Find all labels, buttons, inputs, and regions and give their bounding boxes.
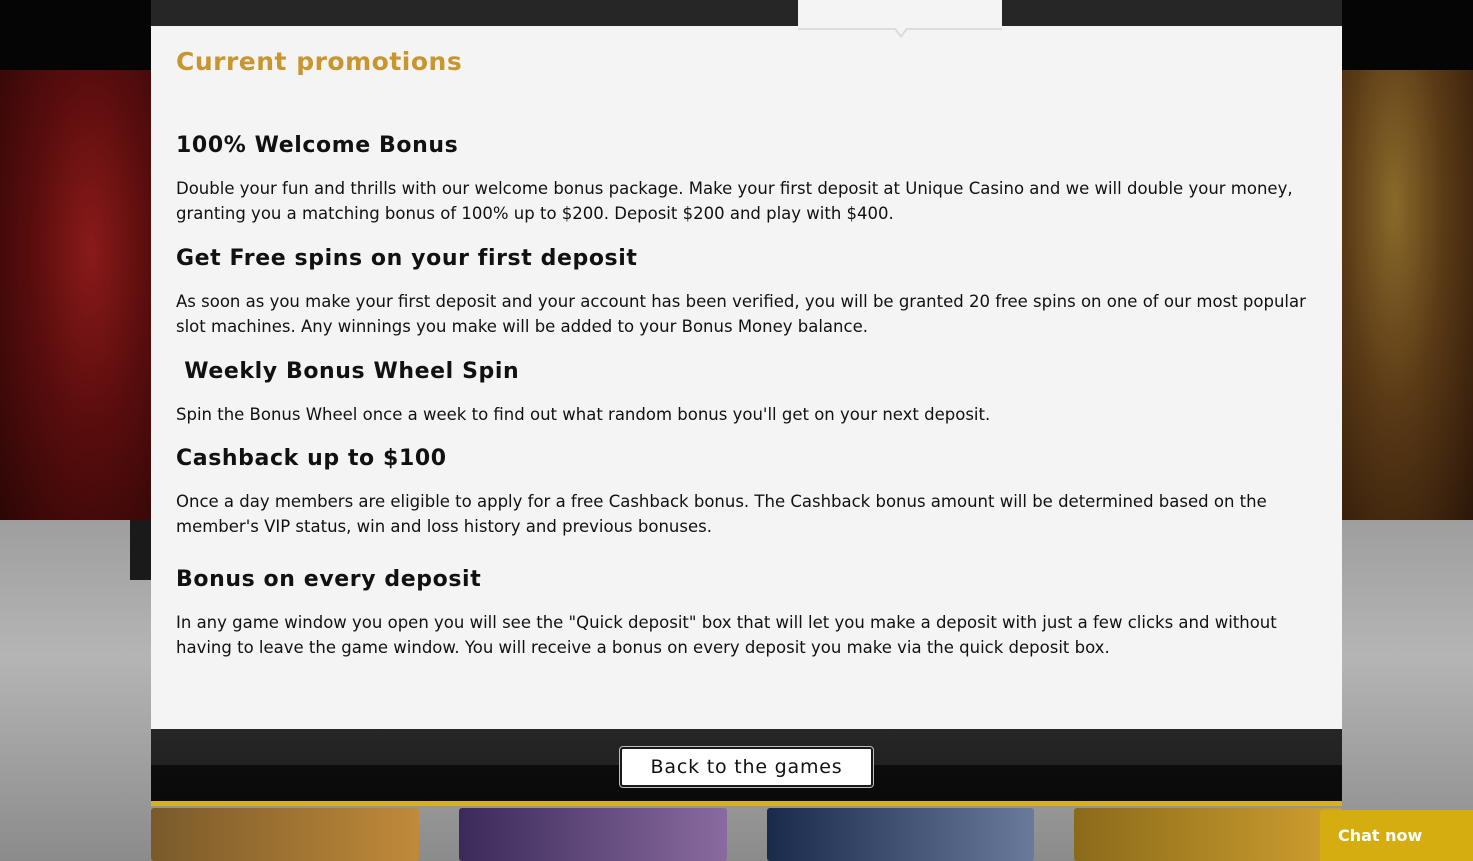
- promo-section-free-spins: Get Free spins on your first deposit As …: [176, 244, 1321, 339]
- promotions-content: Current promotions 100% Welcome Bonus Do…: [176, 42, 1321, 657]
- promo-heading: Bonus on every deposit: [176, 567, 482, 592]
- background-curtain-left: [0, 70, 151, 520]
- promo-heading: Cashback up to $100: [176, 446, 447, 471]
- promo-body: In any game window you open you will see…: [176, 613, 1277, 657]
- promotions-modal: Current promotions 100% Welcome Bonus Do…: [151, 0, 1342, 806]
- modal-footer-accent-line: [151, 801, 1342, 806]
- game-tile: [766, 808, 1035, 861]
- background-dark-block: [130, 520, 151, 580]
- promo-section-every-deposit: Bonus on every deposit In any game windo…: [176, 565, 1321, 660]
- promo-body: Once a day members are eligible to apply…: [176, 492, 1267, 536]
- promo-body: Spin the Bonus Wheel once a week to find…: [176, 405, 991, 424]
- page-title: Current promotions: [176, 47, 463, 76]
- modal-top-bar: [151, 0, 1342, 26]
- promo-section-cashback: Cashback up to $100 Once a day members a…: [176, 444, 1321, 539]
- promo-heading: Get Free spins on your first deposit: [176, 246, 638, 271]
- promo-body: As soon as you make your first deposit a…: [176, 292, 1306, 336]
- promo-section-welcome: 100% Welcome Bonus Double your fun and t…: [176, 131, 1321, 226]
- back-to-games-button[interactable]: Back to the games: [619, 746, 874, 788]
- background-game-tiles: [151, 808, 1342, 861]
- promo-body: Double your fun and thrills with our wel…: [176, 179, 1293, 223]
- promo-heading: 100% Welcome Bonus: [176, 133, 459, 158]
- tab-pointer-inner: [895, 27, 907, 35]
- game-tile: [1074, 808, 1342, 861]
- game-tile: [458, 808, 727, 861]
- modal-active-tab: [798, 0, 1002, 30]
- promo-heading: Weekly Bonus Wheel Spin: [176, 359, 520, 384]
- game-tile: [151, 808, 419, 861]
- background-slot-art-right: [1342, 70, 1473, 520]
- promo-section-bonus-wheel: Weekly Bonus Wheel Spin Spin the Bonus W…: [176, 357, 1321, 427]
- chat-now-button[interactable]: Chat now: [1320, 810, 1473, 861]
